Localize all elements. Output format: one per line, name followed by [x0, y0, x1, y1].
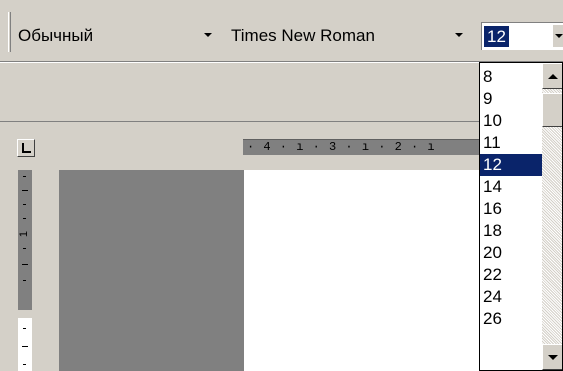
style-combo[interactable]: Обычный — [14, 24, 224, 46]
scroll-up-button[interactable] — [542, 63, 562, 89]
document-workspace — [59, 170, 244, 371]
scroll-up-icon — [547, 73, 558, 79]
font-size-option[interactable]: 10 — [480, 110, 542, 132]
ruler-tick — [23, 280, 26, 281]
ruler-tick — [22, 264, 28, 265]
font-size-dropdown-button[interactable] — [552, 25, 563, 47]
font-size-option[interactable]: 14 — [480, 176, 542, 198]
style-combo-dropdown-button[interactable] — [200, 26, 216, 44]
toolbar-grip[interactable] — [8, 12, 11, 52]
font-size-option[interactable]: 18 — [480, 220, 542, 242]
ruler-tick — [23, 204, 26, 205]
horizontal-ruler-marks: · 4 · ı · 3 · ı · 2 · ı — [247, 140, 436, 154]
ruler-tick — [23, 328, 26, 329]
font-size-option[interactable]: 8 — [480, 66, 542, 88]
font-size-option[interactable]: 9 — [480, 88, 542, 110]
font-size-option[interactable]: 22 — [480, 264, 542, 286]
font-size-dropdown-list[interactable]: 8 9 10 11 12 14 16 18 20 22 24 26 — [479, 62, 563, 371]
scrollbar-thumb[interactable] — [542, 93, 562, 127]
chevron-down-icon — [455, 33, 463, 37]
vertical-ruler-number: 1 — [18, 230, 31, 238]
font-size-option[interactable]: 11 — [480, 132, 542, 154]
font-size-combo[interactable]: 12 — [481, 22, 563, 50]
font-combo-dropdown-button[interactable] — [451, 26, 467, 44]
font-combo[interactable]: Times New Roman — [227, 24, 477, 46]
horizontal-ruler[interactable]: · 4 · ı · 3 · ı · 2 · ı — [243, 139, 481, 155]
font-size-options: 8 9 10 11 12 14 16 18 20 22 24 26 — [480, 66, 542, 330]
document-page[interactable] — [244, 170, 479, 371]
ruler-tick — [23, 364, 26, 365]
dropdown-scrollbar[interactable] — [542, 63, 562, 370]
chevron-down-icon — [204, 33, 212, 37]
ruler-tick — [23, 218, 26, 219]
font-size-option[interactable]: 26 — [480, 308, 542, 330]
tab-selector-button[interactable] — [17, 139, 35, 157]
style-combo-value: Обычный — [18, 26, 94, 45]
vertical-ruler-text-area[interactable] — [18, 318, 32, 371]
word-window: Обычный Times New Roman 12 · 4 · ı · 3 ·… — [0, 0, 563, 371]
ruler-tick — [22, 190, 28, 191]
formatting-toolbar: Обычный Times New Roman 12 — [0, 0, 563, 62]
font-size-option[interactable]: 24 — [480, 286, 542, 308]
left-tab-icon — [22, 143, 31, 153]
scroll-down-icon — [547, 354, 558, 360]
font-size-option[interactable]: 20 — [480, 242, 542, 264]
font-combo-value: Times New Roman — [231, 26, 375, 45]
font-size-combo-value: 12 — [484, 26, 509, 47]
font-size-option[interactable]: 12 — [480, 154, 542, 176]
ruler-tick — [23, 248, 26, 249]
ruler-tick — [22, 346, 28, 347]
ruler-tick — [23, 176, 26, 177]
scroll-down-button[interactable] — [542, 344, 562, 370]
chevron-down-icon — [555, 34, 563, 38]
vertical-ruler-margin[interactable]: 1 — [18, 170, 32, 310]
font-size-option[interactable]: 16 — [480, 198, 542, 220]
